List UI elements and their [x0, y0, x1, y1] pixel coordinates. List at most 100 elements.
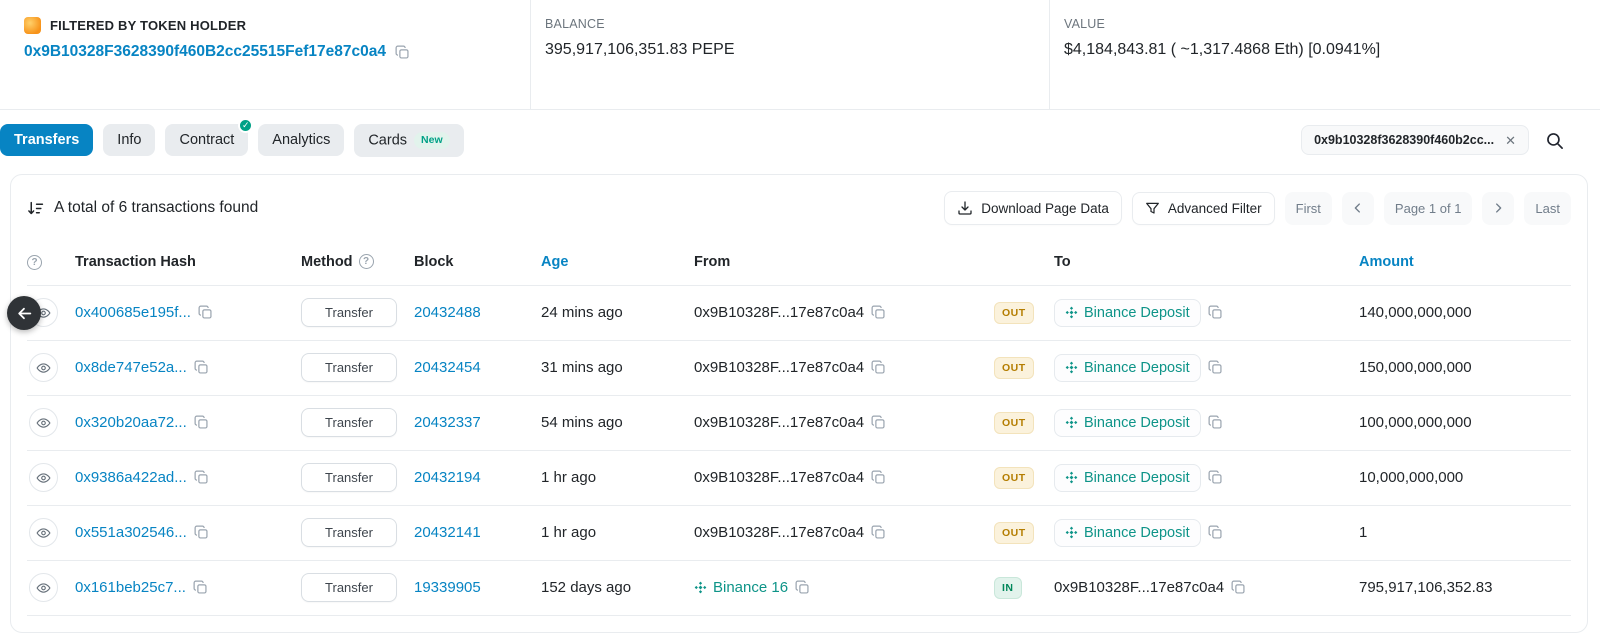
- to-label-pill[interactable]: Binance Deposit: [1054, 464, 1201, 492]
- page-status[interactable]: Page 1 of 1: [1384, 192, 1473, 225]
- copy-to-icon[interactable]: [1208, 525, 1223, 540]
- first-page-button[interactable]: First: [1285, 192, 1332, 225]
- binance-icon: [1065, 306, 1078, 319]
- from-address-text: 0x9B10328F...17e87c0a4: [694, 469, 864, 486]
- copy-from-icon[interactable]: [871, 525, 886, 540]
- block-link[interactable]: 20432488: [414, 304, 481, 321]
- sort-icon: [27, 200, 44, 217]
- method-badge: Transfer: [301, 573, 397, 602]
- to-label-pill[interactable]: Binance Deposit: [1054, 519, 1201, 547]
- age-text: 1 hr ago: [541, 469, 596, 486]
- copy-to-icon[interactable]: [1208, 415, 1223, 430]
- method-badge: Transfer: [301, 518, 397, 547]
- copy-from-icon[interactable]: [795, 580, 810, 595]
- col-header-age[interactable]: Age: [541, 254, 568, 270]
- preview-eye-button[interactable]: [29, 518, 58, 547]
- preview-eye-button[interactable]: [29, 408, 58, 437]
- search-icon[interactable]: [1545, 131, 1564, 150]
- table-help-icon: ?: [27, 255, 42, 270]
- back-button[interactable]: [7, 296, 41, 330]
- binance-icon: [1065, 471, 1078, 484]
- amount-text: 140,000,000,000: [1359, 304, 1472, 321]
- tx-hash-link[interactable]: 0x551a302546...: [75, 524, 187, 541]
- tx-hash-link[interactable]: 0x320b20aa72...: [75, 414, 187, 431]
- block-link[interactable]: 20432141: [414, 524, 481, 541]
- from-label-text: Binance 16: [713, 579, 788, 596]
- col-header-method: Method: [301, 254, 353, 270]
- last-page-button[interactable]: Last: [1524, 192, 1571, 225]
- preview-eye-button[interactable]: [29, 463, 58, 492]
- tab-cards[interactable]: CardsNew: [354, 124, 463, 157]
- copy-to-icon[interactable]: [1208, 360, 1223, 375]
- method-badge: Transfer: [301, 408, 397, 437]
- holder-address-link[interactable]: 0x9B10328F3628390f460B2cc25515Fef17e87c0…: [24, 43, 386, 61]
- copy-hash-icon[interactable]: [194, 360, 209, 375]
- to-label-pill[interactable]: Binance Deposit: [1054, 299, 1201, 327]
- tabs-row: Transfers Info Contract✓ Analytics Cards…: [0, 120, 1600, 160]
- table-toolbar: A total of 6 transactions found Download…: [27, 175, 1571, 239]
- to-label-pill[interactable]: Binance Deposit: [1054, 409, 1201, 437]
- tab-contract[interactable]: Contract✓: [165, 124, 248, 156]
- copy-to-icon[interactable]: [1208, 305, 1223, 320]
- from-address-text: 0x9B10328F...17e87c0a4: [694, 304, 864, 321]
- copy-address-icon[interactable]: [395, 45, 410, 60]
- copy-from-icon[interactable]: [871, 415, 886, 430]
- tab-info[interactable]: Info: [103, 124, 155, 156]
- block-link[interactable]: 19339905: [414, 579, 481, 596]
- next-page-button[interactable]: [1482, 192, 1514, 225]
- direction-badge: OUT: [994, 412, 1034, 434]
- prev-page-button[interactable]: [1342, 192, 1374, 225]
- preview-eye-button[interactable]: [29, 353, 58, 382]
- advanced-filter-button[interactable]: Advanced Filter: [1132, 192, 1275, 225]
- download-page-data-button[interactable]: Download Page Data: [944, 191, 1122, 225]
- remove-filter-icon[interactable]: ✕: [1505, 134, 1516, 147]
- tabs: Transfers Info Contract✓ Analytics Cards…: [0, 124, 464, 157]
- table-row: 0x551a302546... Transfer 20432141 1 hr a…: [27, 505, 1571, 560]
- balance-value: 395,917,106,351.83 PEPE: [545, 41, 1035, 59]
- age-text: 31 mins ago: [541, 359, 623, 376]
- to-label-pill[interactable]: Binance Deposit: [1054, 354, 1201, 382]
- copy-from-icon[interactable]: [871, 360, 886, 375]
- method-help-icon: ?: [359, 254, 374, 269]
- from-label-link[interactable]: Binance 16: [694, 579, 788, 596]
- table-row: 0x400685e195f... Transfer 20432488 24 mi…: [27, 285, 1571, 340]
- copy-hash-icon[interactable]: [193, 580, 208, 595]
- tx-hash-link[interactable]: 0x400685e195f...: [75, 304, 191, 321]
- to-label-text: Binance Deposit: [1084, 415, 1190, 431]
- new-badge: New: [414, 132, 450, 149]
- block-link[interactable]: 20432194: [414, 469, 481, 486]
- copy-from-icon[interactable]: [871, 305, 886, 320]
- tx-hash-link[interactable]: 0x8de747e52a...: [75, 359, 187, 376]
- copy-hash-icon[interactable]: [194, 470, 209, 485]
- total-transactions-text: A total of 6 transactions found: [54, 199, 258, 217]
- tab-transfers[interactable]: Transfers: [0, 124, 93, 156]
- copy-to-icon[interactable]: [1231, 580, 1246, 595]
- table-row: 0x8de747e52a... Transfer 20432454 31 min…: [27, 340, 1571, 395]
- method-badge: Transfer: [301, 298, 397, 327]
- copy-hash-icon[interactable]: [194, 415, 209, 430]
- age-text: 152 days ago: [541, 579, 631, 596]
- amount-text: 150,000,000,000: [1359, 359, 1472, 376]
- copy-hash-icon[interactable]: [198, 305, 213, 320]
- direction-badge: OUT: [994, 302, 1034, 324]
- direction-badge: OUT: [994, 357, 1034, 379]
- tx-hash-link[interactable]: 0x9386a422ad...: [75, 469, 187, 486]
- transfers-table-body: 0x400685e195f... Transfer 20432488 24 mi…: [27, 285, 1571, 615]
- token-icon: [24, 17, 41, 34]
- copy-to-icon[interactable]: [1208, 470, 1223, 485]
- preview-eye-button[interactable]: [29, 573, 58, 602]
- tab-analytics[interactable]: Analytics: [258, 124, 344, 156]
- filtered-by-label: FILTERED BY TOKEN HOLDER: [50, 18, 246, 33]
- block-link[interactable]: 20432454: [414, 359, 481, 376]
- col-header-from: From: [694, 254, 730, 270]
- copy-hash-icon[interactable]: [194, 525, 209, 540]
- col-header-amount[interactable]: Amount: [1359, 254, 1414, 270]
- age-text: 24 mins ago: [541, 304, 623, 321]
- tx-hash-link[interactable]: 0x161beb25c7...: [75, 579, 186, 596]
- summary-header: FILTERED BY TOKEN HOLDER 0x9B10328F36283…: [0, 0, 1600, 110]
- block-link[interactable]: 20432337: [414, 414, 481, 431]
- value-label: VALUE: [1064, 17, 1586, 31]
- copy-from-icon[interactable]: [871, 470, 886, 485]
- table-row: 0x320b20aa72... Transfer 20432337 54 min…: [27, 395, 1571, 450]
- to-label-text: Binance Deposit: [1084, 525, 1190, 541]
